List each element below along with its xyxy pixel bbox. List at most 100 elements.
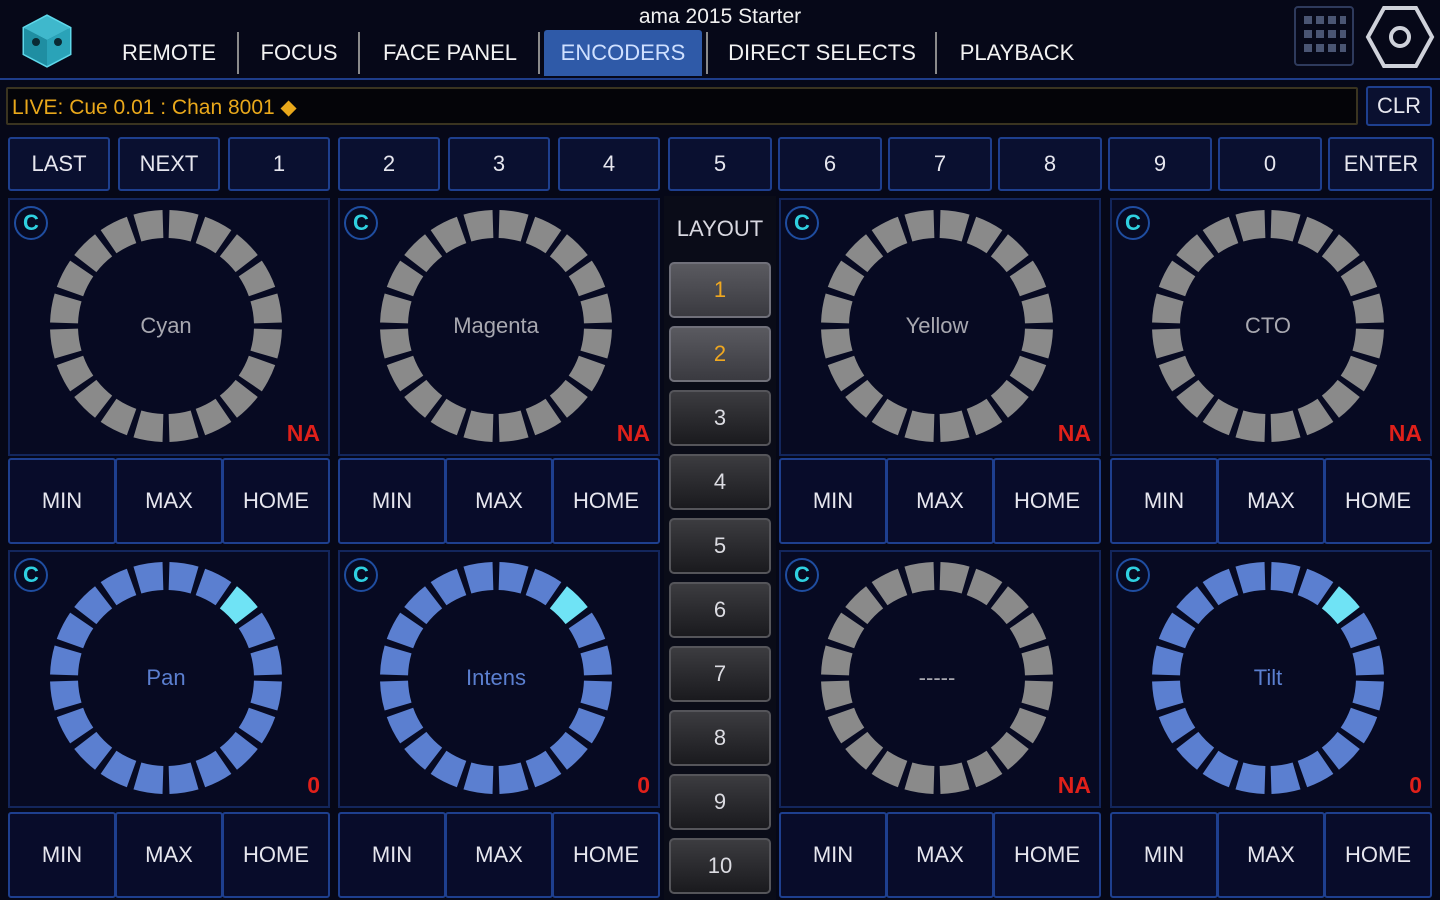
layout-button-9[interactable]: 9 — [669, 774, 771, 830]
max-button[interactable]: MAX — [886, 458, 994, 544]
layout-panel: LAYOUT 1 2 3 4 5 6 7 8 9 10 — [664, 196, 776, 900]
encoder-c-button[interactable]: C — [1116, 206, 1150, 240]
key-enter[interactable]: ENTER — [1328, 137, 1434, 191]
encoder-ring-segment — [549, 379, 588, 418]
encoder-ring-segment — [386, 707, 424, 744]
min-button[interactable]: MIN — [1110, 812, 1218, 898]
encoder-c-button[interactable]: C — [785, 558, 819, 592]
encoder-ring-segment — [498, 762, 529, 794]
encoder-ring-segment — [133, 210, 164, 242]
encoder-ring-segment — [525, 568, 562, 606]
layout-button-7[interactable]: 7 — [669, 646, 771, 702]
encoder-ring-segment — [1158, 707, 1196, 744]
layout-button-8[interactable]: 8 — [669, 710, 771, 766]
home-button[interactable]: HOME — [1324, 812, 1432, 898]
home-button[interactable]: HOME — [222, 812, 330, 898]
home-button[interactable]: HOME — [993, 458, 1101, 544]
key-9[interactable]: 9 — [1108, 137, 1212, 191]
encoder-name: Cyan — [140, 313, 192, 338]
layout-button-10[interactable]: 10 — [669, 838, 771, 894]
encoder-c-button[interactable]: C — [1116, 558, 1150, 592]
key-4[interactable]: 4 — [558, 137, 660, 191]
layout-button-2[interactable]: 2 — [669, 326, 771, 382]
encoder-ring-segment — [871, 568, 908, 606]
home-button[interactable]: HOME — [1324, 458, 1432, 544]
encoder-ring-segment — [1270, 562, 1301, 594]
home-button[interactable]: HOME — [222, 458, 330, 544]
tab-face-panel[interactable]: FACE PANEL — [364, 30, 536, 76]
tab-encoders[interactable]: ENCODERS — [544, 30, 702, 76]
max-button[interactable]: MAX — [445, 812, 553, 898]
encoder-ring-segment — [1321, 234, 1360, 273]
encoder-ring-segment — [463, 562, 494, 594]
min-button[interactable]: MIN — [779, 458, 887, 544]
encoder-name: CTO — [1244, 313, 1292, 338]
min-button[interactable]: MIN — [8, 812, 116, 898]
home-button[interactable]: HOME — [552, 812, 660, 898]
encoder-ring-segment — [1009, 355, 1047, 392]
tab-direct-selects[interactable]: DIRECT SELECTS — [712, 30, 932, 76]
encoder-panel-tilt: C Tilt 0 — [1110, 550, 1432, 808]
min-button[interactable]: MIN — [779, 812, 887, 898]
grid-menu-button[interactable] — [1294, 6, 1354, 66]
key-0[interactable]: 0 — [1218, 137, 1322, 191]
encoder-ring-segment — [1176, 731, 1215, 770]
encoder-value: NA — [1057, 420, 1091, 446]
home-button[interactable]: HOME — [993, 812, 1101, 898]
layout-button-5[interactable]: 5 — [669, 518, 771, 574]
max-button[interactable]: MAX — [115, 458, 223, 544]
max-button[interactable]: MAX — [886, 812, 994, 898]
key-1[interactable]: 1 — [228, 137, 330, 191]
encoder-c-button[interactable]: C — [14, 206, 48, 240]
encoder-ring-segment — [56, 707, 94, 744]
home-button[interactable]: HOME — [552, 458, 660, 544]
encoder-c-button[interactable]: C — [344, 558, 378, 592]
encoder-ring-segment — [871, 398, 908, 436]
layout-button-1[interactable]: 1 — [669, 262, 771, 318]
layout-button-6[interactable]: 6 — [669, 582, 771, 638]
tab-playback[interactable]: PLAYBACK — [942, 30, 1092, 76]
encoder-ring-segment — [74, 234, 113, 273]
clear-button[interactable]: CLR — [1366, 86, 1432, 126]
settings-button[interactable] — [1364, 4, 1436, 70]
encoder-c-button[interactable]: C — [785, 206, 819, 240]
encoder-c-button[interactable]: C — [14, 558, 48, 592]
encoder-ring-segment — [966, 750, 1003, 788]
min-button[interactable]: MIN — [338, 458, 446, 544]
max-button[interactable]: MAX — [1217, 458, 1325, 544]
encoder-ring-segment — [525, 398, 562, 436]
key-5[interactable]: 5 — [668, 137, 772, 191]
gear-icon — [1365, 6, 1435, 68]
encoder-ring-segment — [56, 260, 94, 297]
min-button[interactable]: MIN — [1110, 458, 1218, 544]
encoder-ring-segment — [386, 260, 424, 297]
encoder-ring-segment — [195, 398, 232, 436]
encoder-ring-segment — [525, 216, 562, 254]
encoder-ring-segment — [219, 234, 258, 273]
key-2[interactable]: 2 — [338, 137, 440, 191]
key-7[interactable]: 7 — [888, 137, 992, 191]
max-button[interactable]: MAX — [445, 458, 553, 544]
max-button[interactable]: MAX — [115, 812, 223, 898]
key-last[interactable]: LAST — [8, 137, 110, 191]
tab-focus[interactable]: FOCUS — [242, 30, 356, 76]
min-button[interactable]: MIN — [338, 812, 446, 898]
encoder-ring-segment — [1235, 210, 1266, 242]
layout-button-3[interactable]: 3 — [669, 390, 771, 446]
max-button[interactable]: MAX — [1217, 812, 1325, 898]
key-3[interactable]: 3 — [448, 137, 550, 191]
tab-separator — [237, 32, 239, 74]
encoder-panel-intens: C Intens 0 — [338, 550, 660, 808]
encoder-ring-segment — [1297, 398, 1334, 436]
key-8[interactable]: 8 — [998, 137, 1102, 191]
encoder-c-button[interactable]: C — [344, 206, 378, 240]
encoder-value: NA — [616, 420, 650, 446]
encoder-ring-segment — [845, 234, 884, 273]
tab-remote[interactable]: REMOTE — [104, 30, 234, 76]
encoder-ring-segment — [195, 568, 232, 606]
key-next[interactable]: NEXT — [118, 137, 220, 191]
min-button[interactable]: MIN — [8, 458, 116, 544]
encoder-ring-segment — [386, 355, 424, 392]
key-6[interactable]: 6 — [778, 137, 882, 191]
layout-button-4[interactable]: 4 — [669, 454, 771, 510]
